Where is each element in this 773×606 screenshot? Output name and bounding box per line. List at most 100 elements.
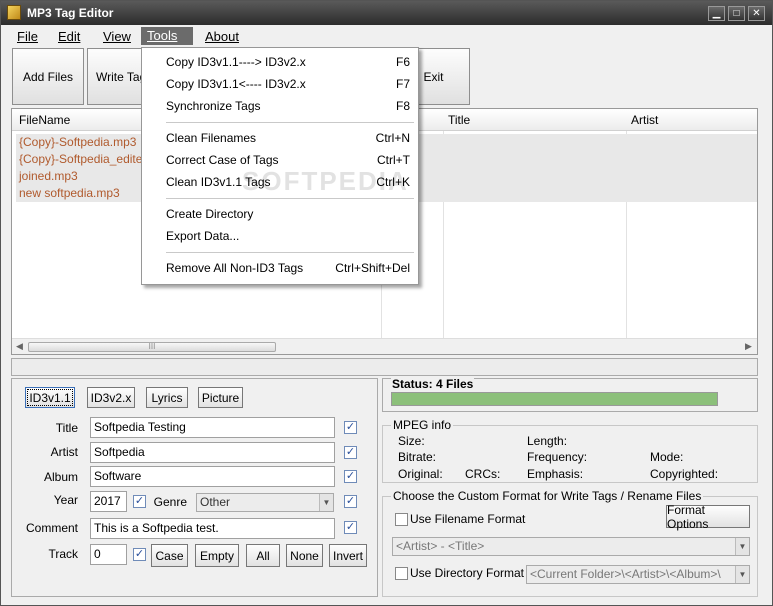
chevron-down-icon[interactable]: ▼ — [735, 538, 749, 555]
scroll-thumb[interactable]: III — [28, 342, 276, 352]
menu-item-label: Export Data... — [166, 229, 240, 243]
tools-dropdown-menu: SOFTPEDIA Copy ID3v1.1----> ID3v2.x F6 C… — [141, 47, 419, 285]
menu-item-shortcut: Ctrl+Shift+Del — [335, 261, 410, 275]
menu-item-label: Clean ID3v1.1 Tags — [166, 175, 271, 189]
invert-button[interactable]: Invert — [329, 544, 367, 567]
chevron-down-icon[interactable]: ▼ — [735, 566, 749, 583]
title-label: Title — [55, 421, 78, 435]
horizontal-scrollbar[interactable]: ◀ III ▶ — [12, 338, 757, 354]
menu-item-label: Create Directory — [166, 207, 254, 221]
menu-separator — [166, 198, 414, 199]
menu-item-shortcut: F6 — [395, 55, 410, 69]
comment-field[interactable]: This is a Softpedia test. — [90, 518, 335, 539]
length-label: Length: — [527, 434, 568, 448]
tab-id3v1[interactable]: ID3v1.1 — [25, 387, 75, 408]
empty-button[interactable]: Empty — [195, 544, 239, 567]
album-label: Album — [43, 470, 78, 484]
track-label: Track — [48, 547, 78, 561]
mode-label: Mode: — [650, 450, 684, 464]
genre-label: Genre — [153, 495, 187, 509]
column-filename[interactable]: FileName — [19, 113, 70, 127]
year-field[interactable]: 2017 — [90, 491, 127, 512]
mpeg-info-title: MPEG info — [391, 418, 454, 432]
menu-tools[interactable]: Tools — [141, 27, 193, 45]
year-label: Year — [53, 493, 78, 507]
genre-value: Other — [200, 495, 231, 509]
window-title: MP3 Tag Editor — [27, 6, 114, 20]
filename-format-value: <Artist> - <Title> — [396, 539, 485, 553]
tab-lyrics[interactable]: Lyrics — [146, 387, 188, 408]
menu-separator — [166, 122, 414, 123]
artist-label: Artist — [50, 445, 78, 459]
all-button[interactable]: All — [246, 544, 280, 567]
format-options-button[interactable]: Format Options — [666, 503, 750, 531]
menu-view[interactable]: View — [97, 28, 137, 45]
menu-export-data[interactable]: Export Data... — [142, 225, 418, 247]
album-checkbox[interactable]: ✓ — [344, 470, 357, 483]
maximize-button[interactable]: □ — [728, 6, 745, 21]
tab-picture[interactable]: Picture — [198, 387, 243, 408]
menu-item-shortcut: F8 — [395, 99, 410, 113]
title-checkbox[interactable]: ✓ — [344, 421, 357, 434]
menu-item-shortcut: Ctrl+N — [375, 131, 410, 145]
close-button[interactable]: ✕ — [748, 6, 765, 21]
directory-format-select[interactable]: <Current Folder>\<Artist>\<Album>\ ▼ — [526, 565, 750, 584]
none-button[interactable]: None — [286, 544, 323, 567]
column-artist[interactable]: Artist — [631, 113, 658, 127]
menu-edit[interactable]: Edit — [52, 28, 86, 45]
menu-create-directory[interactable]: Create Directory — [142, 203, 418, 225]
title-bar: MP3 Tag Editor ▁ □ ✕ — [1, 1, 772, 25]
artist-checkbox[interactable]: ✓ — [344, 446, 357, 459]
mpeg-info-group: MPEG info Size: Length: Bitrate: Frequen… — [382, 418, 758, 483]
directory-format-value: <Current Folder>\<Artist>\<Album>\ — [530, 567, 721, 581]
track-checkbox[interactable]: ✓ — [133, 548, 146, 561]
emphasis-label: Emphasis: — [527, 467, 584, 481]
use-directory-checkbox[interactable] — [395, 567, 408, 580]
use-filename-checkbox[interactable] — [395, 513, 408, 526]
menu-about[interactable]: About — [199, 28, 245, 45]
title-field[interactable]: Softpedia Testing — [90, 417, 335, 438]
info-panel: Status: 4 Files MPEG info Size: Length: … — [382, 377, 758, 597]
menu-copy-v2-to-v1[interactable]: Copy ID3v1.1<---- ID3v2.x F7 — [142, 73, 418, 95]
app-icon — [7, 5, 21, 20]
progress-fill — [392, 393, 717, 405]
comment-label: Comment — [25, 521, 78, 535]
custom-format-group: Choose the Custom Format for Write Tags … — [382, 489, 758, 597]
menu-correct-case[interactable]: Correct Case of Tags Ctrl+T — [142, 149, 418, 171]
frequency-label: Frequency: — [527, 450, 588, 464]
artist-field[interactable]: Softpedia — [90, 442, 335, 463]
filename-format-select[interactable]: <Artist> - <Title> ▼ — [392, 537, 750, 556]
progress-bar — [391, 392, 718, 406]
track-field[interactable]: 0 — [90, 544, 127, 565]
menu-item-label: Remove All Non-ID3 Tags — [166, 261, 304, 275]
chevron-down-icon[interactable]: ▼ — [319, 494, 333, 511]
copyrighted-label: Copyrighted: — [650, 467, 719, 481]
scroll-left-icon[interactable]: ◀ — [16, 341, 23, 352]
minimize-button[interactable]: ▁ — [708, 6, 725, 21]
menu-clean-filenames[interactable]: Clean Filenames Ctrl+N — [142, 127, 418, 149]
menu-item-shortcut: Ctrl+K — [376, 175, 410, 189]
menu-copy-v1-to-v2[interactable]: Copy ID3v1.1----> ID3v2.x F6 — [142, 51, 418, 73]
case-button[interactable]: Case — [151, 544, 188, 567]
genre-checkbox[interactable]: ✓ — [344, 495, 357, 508]
column-title[interactable]: Title — [448, 113, 470, 127]
status-label: Status: 4 Files — [391, 377, 475, 391]
crcs-label: CRCs: — [465, 467, 501, 481]
menu-file[interactable]: File — [11, 28, 44, 45]
main-window: MP3 Tag Editor ▁ □ ✕ File Edit View Tool… — [0, 0, 773, 606]
comment-checkbox[interactable]: ✓ — [344, 521, 357, 534]
menu-clean-id3v1[interactable]: Clean ID3v1.1 Tags Ctrl+K — [142, 171, 418, 193]
tag-editor-panel: ID3v1.1 ID3v2.x Lyrics Picture Title Sof… — [11, 378, 378, 597]
status-strip — [11, 358, 758, 376]
scroll-right-icon[interactable]: ▶ — [745, 341, 752, 352]
menu-remove-non-id3[interactable]: Remove All Non-ID3 Tags Ctrl+Shift+Del — [142, 257, 418, 279]
menu-bar: File Edit View Tools About — [1, 25, 772, 47]
genre-select[interactable]: Other ▼ — [196, 493, 334, 512]
bitrate-label: Bitrate: — [398, 450, 437, 464]
album-field[interactable]: Software — [90, 466, 335, 487]
menu-item-label: Copy ID3v1.1<---- ID3v2.x — [166, 77, 306, 91]
tab-id3v2[interactable]: ID3v2.x — [87, 387, 135, 408]
menu-synchronize-tags[interactable]: Synchronize Tags F8 — [142, 95, 418, 117]
menu-item-shortcut: Ctrl+T — [377, 153, 410, 167]
add-files-button[interactable]: Add Files — [12, 48, 84, 105]
